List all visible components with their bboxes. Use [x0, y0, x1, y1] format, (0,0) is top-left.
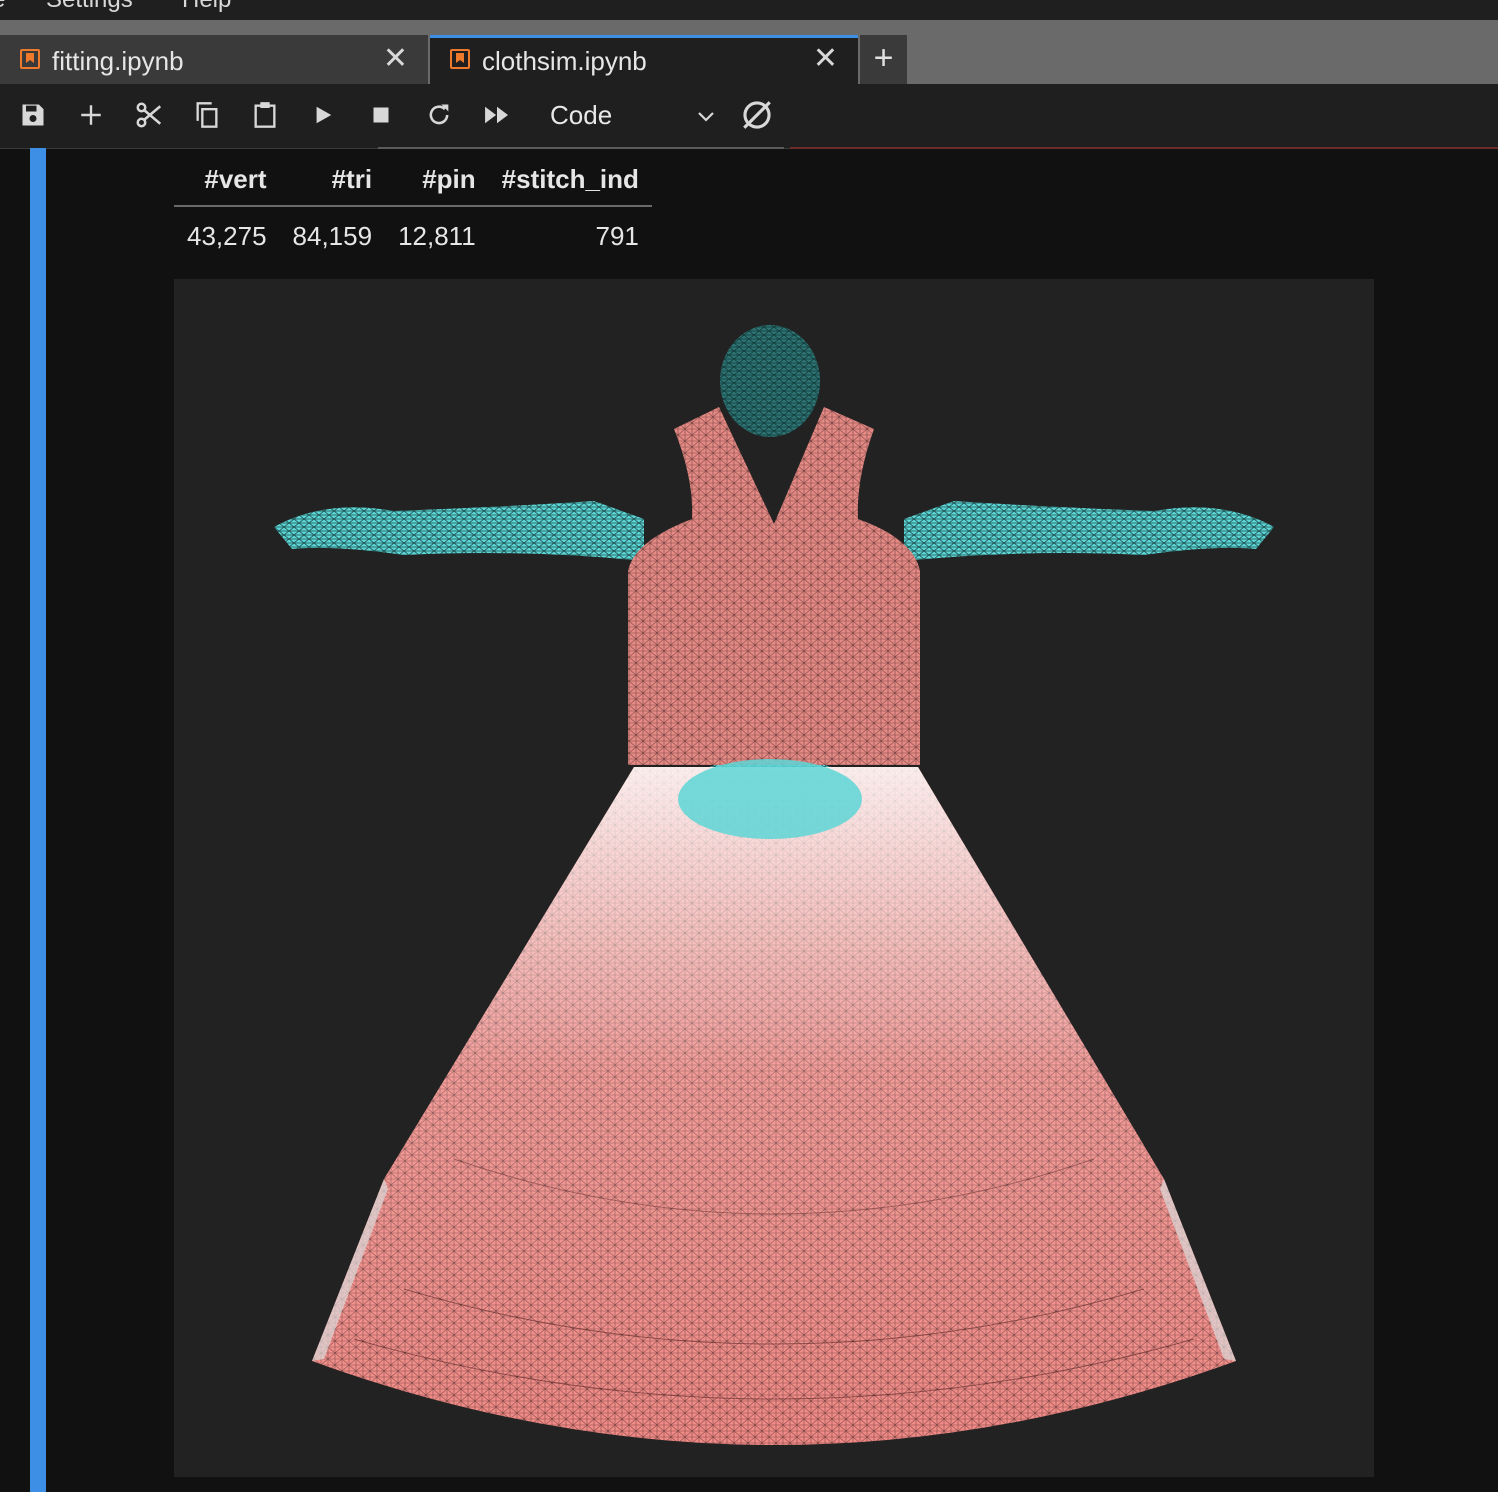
menu-item-settings[interactable]: Settings	[46, 0, 133, 14]
add-icon[interactable]	[74, 98, 108, 132]
table-header-row: #vert #tri #pin #stitch_ind	[174, 160, 652, 207]
tab-fitting[interactable]: fitting.ipynb ✕	[0, 35, 428, 84]
table-cell: 43,275	[187, 221, 267, 251]
restart-icon[interactable]	[422, 98, 456, 132]
table-row: 43,275 84,159 12,811 791	[174, 206, 652, 256]
table-cell: 84,159	[292, 221, 373, 251]
close-icon[interactable]: ✕	[383, 44, 408, 74]
table-cell: 12,811	[398, 221, 476, 251]
mesh-render-output[interactable]	[174, 279, 1374, 1477]
column-header: #tri	[279, 160, 386, 207]
menu-item[interactable]: e	[0, 0, 5, 14]
tab-bar: fitting.ipynb ✕ clothsim.ipynb ✕ +	[0, 20, 1498, 84]
menu-item-help[interactable]: Help	[182, 0, 231, 14]
stats-table: #vert #tri #pin #stitch_ind 43,275 84,15…	[174, 160, 652, 256]
menu-bar: e Settings Help	[0, 0, 1498, 20]
divider	[790, 147, 1498, 149]
copy-icon[interactable]	[190, 98, 224, 132]
chevron-down-icon[interactable]	[694, 104, 718, 128]
column-header: #stitch_ind	[488, 160, 652, 207]
save-icon[interactable]	[16, 98, 50, 132]
notebook-icon	[20, 49, 40, 69]
notebook-icon	[450, 49, 470, 69]
run-icon[interactable]	[306, 98, 340, 132]
cloth-mesh-figure	[274, 325, 1274, 1445]
kernel-status-icon[interactable]	[740, 98, 774, 132]
divider	[378, 147, 784, 149]
tab-label: fitting.ipynb	[52, 46, 184, 76]
column-header: #vert	[174, 160, 280, 207]
tab-clothsim[interactable]: clothsim.ipynb ✕	[430, 35, 858, 84]
tab-label: clothsim.ipynb	[482, 46, 647, 76]
active-cell-indicator[interactable]	[30, 148, 46, 1492]
cell-type-select[interactable]: Code	[550, 100, 612, 131]
run-all-icon[interactable]	[480, 98, 514, 132]
paste-icon[interactable]	[248, 98, 282, 132]
cut-icon[interactable]	[132, 98, 166, 132]
new-tab-button[interactable]: +	[860, 35, 907, 84]
stop-icon[interactable]	[364, 98, 398, 132]
close-icon[interactable]: ✕	[813, 44, 838, 74]
notebook-toolbar: Code	[0, 84, 1498, 149]
table-cell: 791	[595, 221, 639, 251]
column-header: #pin	[385, 160, 489, 207]
